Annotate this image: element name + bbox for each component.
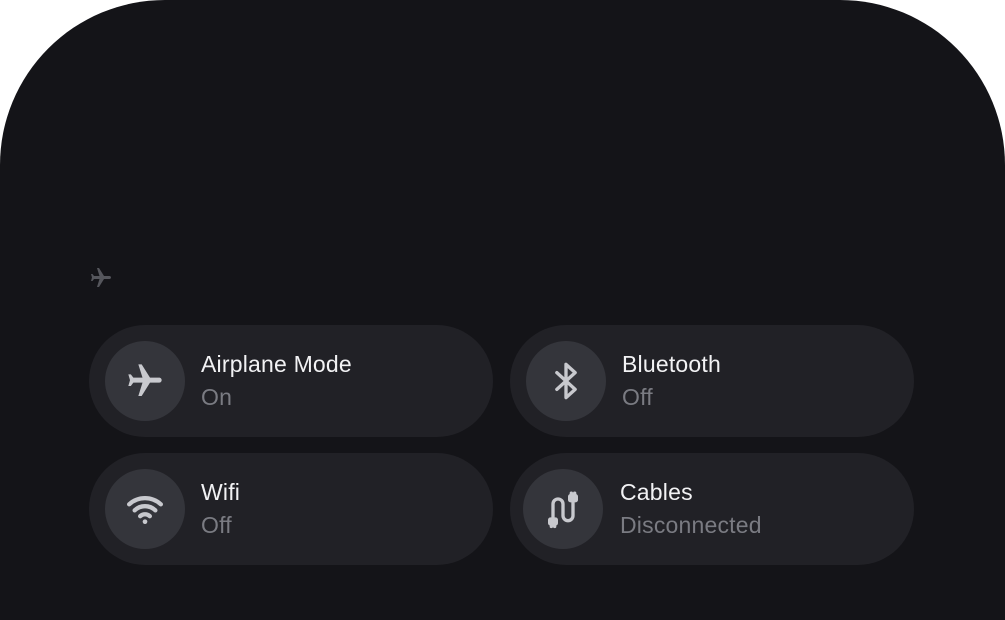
airplane-mode-title: Airplane Mode bbox=[201, 351, 352, 377]
cables-status: Disconnected bbox=[620, 512, 762, 538]
bluetooth-title: Bluetooth bbox=[622, 351, 721, 377]
wifi-toggle[interactable]: Wifi Off bbox=[89, 453, 493, 565]
airplane-mode-status: On bbox=[201, 384, 233, 410]
wifi-title: Wifi bbox=[201, 479, 241, 505]
cables-toggle[interactable]: Cables Disconnected bbox=[510, 453, 914, 565]
wifi-status: Off bbox=[201, 512, 232, 538]
bluetooth-icon bbox=[526, 341, 606, 421]
status-airplane-icon bbox=[89, 266, 113, 290]
quick-settings-panel: Airplane Mode On Bluetooth Off Wifi Off bbox=[0, 0, 1005, 620]
bluetooth-toggle[interactable]: Bluetooth Off bbox=[510, 325, 914, 437]
airplane-mode-toggle[interactable]: Airplane Mode On bbox=[89, 325, 493, 437]
bluetooth-status: Off bbox=[622, 384, 653, 410]
wifi-icon bbox=[105, 469, 185, 549]
cable-icon bbox=[523, 469, 603, 549]
airplane-icon bbox=[105, 341, 185, 421]
cables-title: Cables bbox=[620, 479, 693, 505]
